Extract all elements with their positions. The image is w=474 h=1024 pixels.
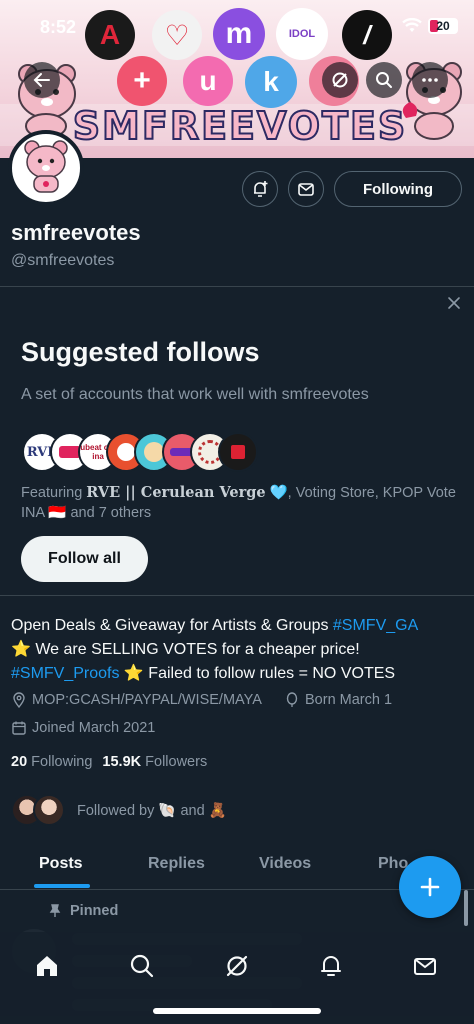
bio-line-3: #SMFV_Proofs ⭐ Failed to follow rules = … [11,662,463,686]
grok-icon [226,955,248,977]
nav-home[interactable] [27,946,67,986]
more-dots-icon [422,78,438,82]
plus-icon [420,877,440,897]
following-label: Following [31,754,93,770]
bell-icon [321,956,341,976]
followers-count: 15.9K [102,754,142,770]
nav-grok[interactable] [217,946,257,986]
banner-title: SMFREEVOTES [72,103,408,149]
followed-by-row[interactable]: Followed by 🐚 and 🧸 [11,794,227,826]
home-indicator[interactable] [153,1008,321,1014]
follow-counts: 20 Following 15.9K Followers [11,754,207,770]
suggested-avatar [218,432,258,472]
profile-bio: Open Deals & Giveaway for Artists & Grou… [11,614,463,686]
featuring-text: Featuring RVE || Cerulean Verge 🩵, Votin… [21,483,461,523]
following-button[interactable]: Following [334,171,462,207]
compose-post-button[interactable] [399,856,461,918]
born-text: Born March 1 [305,692,393,708]
banner-logo-k: k [245,56,297,108]
bell-plus-icon [254,181,268,197]
following-count-link[interactable]: 20 Following [11,754,92,770]
dismiss-suggestions-button[interactable] [444,293,464,313]
nav-messages[interactable] [405,946,445,986]
more-button[interactable] [412,62,448,98]
bio-text: ⭐ Failed to follow rules = NO VOTES [119,665,396,682]
search-icon [376,72,392,88]
suggested-avatars[interactable]: RVE ubeat ote ina [22,432,258,472]
search-icon [130,954,154,978]
display-name: smfreevotes [11,220,141,245]
tab-replies[interactable]: Replies [148,855,205,873]
suggested-follows-card: Suggested follows A set of accounts that… [0,286,474,596]
profile-avatar[interactable] [8,130,84,206]
tab-videos[interactable]: Videos [259,855,311,873]
meta-born: Born March 1 [284,692,392,708]
following-count: 20 [11,754,28,770]
calendar-icon [12,721,26,735]
back-button[interactable] [24,62,60,98]
tab-posts[interactable]: Posts [39,855,83,873]
pinned-label: Pinned [48,903,118,919]
message-button[interactable] [288,171,324,207]
meta-joined: Joined March 2021 [11,720,155,736]
banner-logo-u: u [183,56,233,106]
suggested-follows-title: Suggested follows [21,337,260,367]
banner-logo-plus: + [117,56,167,106]
joined-text: Joined March 2021 [32,720,156,736]
pin-icon [49,904,61,917]
nav-search[interactable] [122,946,162,986]
envelope-icon [414,958,436,975]
notifications-subscribe-button[interactable] [242,171,278,207]
arrow-left-icon [33,73,50,87]
bio-line-2: ⭐ We are SELLING VOTES for a cheaper pri… [11,641,360,658]
nav-notifications[interactable] [311,946,351,986]
featuring-prefix: Featuring [21,485,87,501]
close-icon [448,297,460,309]
featuring-bold-names: RVE || Cerulean Verge [86,484,266,501]
pinned-text: Pinned [70,903,119,919]
balloon-icon [286,692,298,707]
meta-location: MOP:GCASH/PAYPAL/WISE/MAYA [11,692,262,708]
scrollbar[interactable] [464,890,468,926]
followers-label: Followers [145,754,208,770]
suggested-follows-subtitle: A set of accounts that work well with sm… [21,386,369,403]
bio-text: Open Deals & Giveaway for Artists & Grou… [11,617,333,634]
hashtag-smfv-proofs[interactable]: #SMFV_Proofs [11,665,119,682]
envelope-icon [298,183,314,196]
home-icon [37,956,57,976]
active-tab-indicator [34,884,90,888]
profile-handle: @smfreevotes [11,252,115,269]
bear-avatar-icon [24,140,68,193]
wifi-icon [402,18,422,32]
location-text: MOP:GCASH/PAYPAL/WISE/MAYA [32,692,262,708]
grok-button[interactable] [322,62,358,98]
followed-by-text: Followed by 🐚 and 🧸 [77,802,227,819]
location-pin-icon [13,692,25,708]
status-time: 8:52 [40,17,77,37]
follower-avatar [33,794,65,826]
follow-all-button[interactable]: Follow all [21,536,148,582]
status-bar: 8:52 20 [0,0,474,52]
bio-line-1: Open Deals & Giveaway for Artists & Grou… [11,614,463,638]
hashtag-smfv-ga[interactable]: #SMFV_GA [333,617,418,634]
status-icons: 20 [402,18,458,34]
followers-count-link[interactable]: 15.9K Followers [102,754,207,770]
grok-icon [332,72,348,88]
battery-icon: 20 [428,18,458,34]
battery-level: 20 [436,19,450,33]
search-button[interactable] [366,62,402,98]
